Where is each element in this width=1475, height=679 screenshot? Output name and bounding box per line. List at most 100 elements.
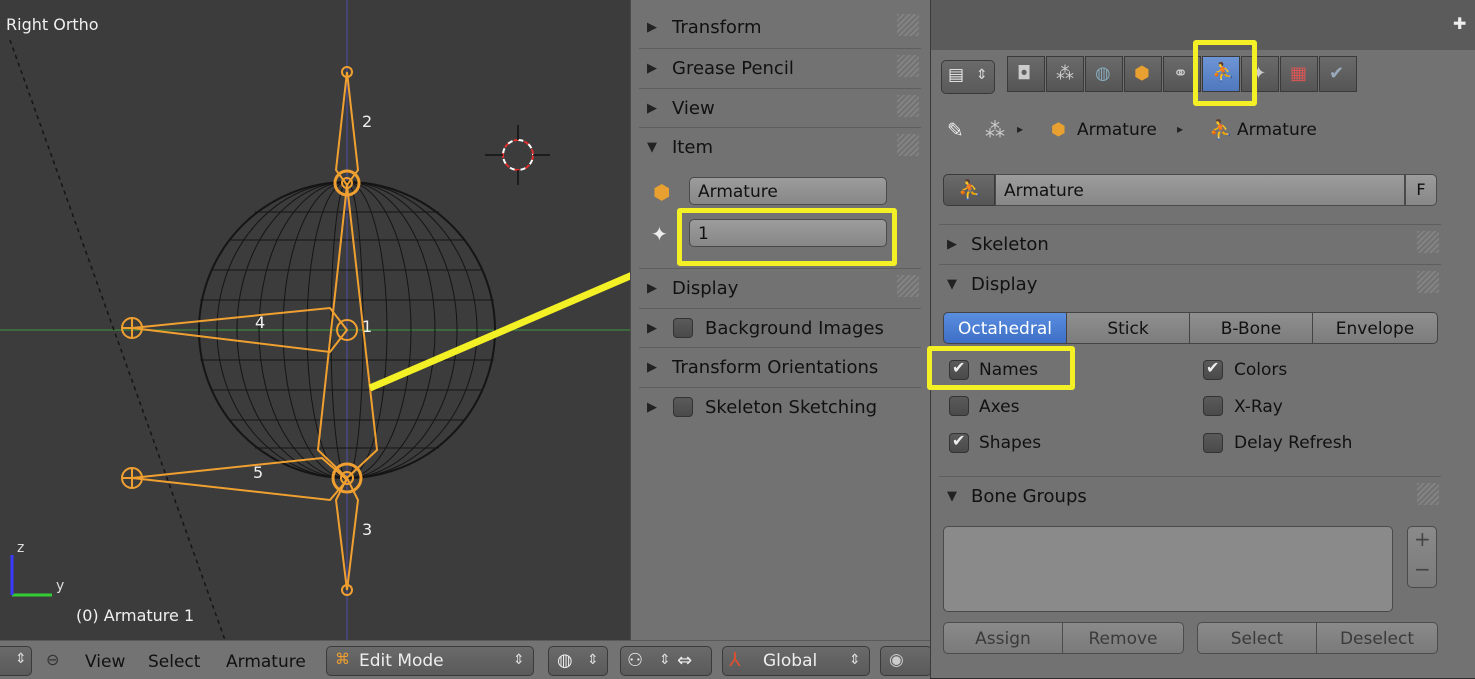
properties-editor: ✚ ▤ ⇕ ◘ ⁂ ◍ ⬢ ⚭ ⛹ ✦ ▦ ✔ ✎ ⁂ ▸ ⬢ Armature… [927, 0, 1475, 678]
panel-label: Item [672, 137, 713, 158]
chevron-right-icon: ▸ [1177, 122, 1184, 136]
colors-checkbox[interactable]: ✔ [1203, 358, 1223, 380]
panel-item[interactable]: ▼ Item [639, 127, 921, 166]
datablock-browse-button[interactable]: ⛹ [943, 174, 995, 206]
triangle-right-icon: ▶ [647, 20, 657, 35]
axis-gizmo-icon [10, 555, 52, 597]
pivot-dropdown[interactable]: ⚇ ⇕ ⇔ [620, 646, 712, 676]
breadcrumb-armature[interactable]: Armature [1237, 120, 1317, 140]
proportional-edit-dropdown[interactable]: ◉ [880, 646, 932, 676]
remove-button[interactable]: Remove [1062, 622, 1184, 654]
tab-world[interactable]: ◍ [1085, 56, 1123, 92]
remove-group-button[interactable]: − [1414, 557, 1431, 581]
panel-skeleton-sketching[interactable]: ▶ Skeleton Sketching [639, 387, 921, 426]
panel-label: Grease Pencil [672, 58, 794, 79]
pin-icon: ✔ [1329, 63, 1345, 84]
transform-axes-icon: ⅄ [729, 649, 741, 671]
collapse-menu-icon[interactable]: ⊖ [46, 650, 59, 669]
grip-icon[interactable] [897, 275, 919, 297]
3d-viewport[interactable]: Right Ortho 2 1 4 5 3 y z (0) Armature 1 [0, 0, 630, 640]
panel-label: View [672, 98, 715, 119]
triangle-right-icon: ▶ [647, 281, 657, 296]
display-type-bbone[interactable]: B-Bone [1189, 312, 1313, 344]
manipulator-icon[interactable]: ⇔ [677, 650, 692, 671]
axes-label: Axes [979, 397, 1020, 417]
breadcrumb-object[interactable]: Armature [1077, 120, 1157, 140]
deselect-button[interactable]: Deselect [1316, 622, 1438, 654]
bone-label: 2 [362, 112, 373, 131]
skeleton-sketching-checkbox[interactable] [673, 397, 693, 417]
display-type-octahedral[interactable]: Octahedral [943, 312, 1067, 344]
grip-icon[interactable] [897, 134, 919, 156]
grip-icon[interactable] [1417, 271, 1439, 293]
globe-icon: ◍ [557, 650, 573, 671]
proportional-icon: ◉ [889, 650, 904, 670]
panel-transform-orientations[interactable]: ▶ Transform Orientations [639, 347, 921, 386]
orientation-label: Global [763, 651, 818, 671]
tab-render[interactable]: ◘ [1007, 56, 1045, 92]
updown-icon: ⇕ [976, 67, 988, 83]
tab-scene[interactable]: ⁂ [1046, 56, 1084, 92]
editor-type-button[interactable]: ⇕ [0, 646, 32, 676]
object-name-field[interactable]: Armature [689, 177, 887, 205]
scene-icon: ⁂ [1056, 63, 1074, 84]
triangle-right-icon: ▶ [947, 237, 957, 252]
panel-grease-pencil[interactable]: ▶ Grease Pencil [639, 48, 921, 87]
assign-button[interactable]: Assign [943, 622, 1063, 654]
bone-groups-list[interactable] [943, 526, 1393, 612]
updown-icon: ⇕ [659, 652, 671, 668]
camera-icon: ◘ [1017, 63, 1032, 84]
panel-label: Transform Orientations [672, 357, 879, 378]
pin-icon[interactable]: ✎ [947, 118, 964, 142]
tab-material[interactable]: ▦ [1280, 56, 1318, 92]
mode-label: Edit Mode [359, 651, 444, 671]
add-group-button[interactable]: + [1414, 527, 1431, 551]
menu-armature[interactable]: Armature [226, 652, 306, 672]
updown-icon: ⇕ [15, 651, 27, 667]
panel-display[interactable]: ▼ Display [939, 264, 1441, 303]
panel-display[interactable]: ▶ Display [639, 268, 921, 307]
menu-select[interactable]: Select [148, 652, 200, 672]
delay-refresh-label: Delay Refresh [1234, 433, 1353, 453]
shapes-label: Shapes [979, 433, 1042, 453]
armature-icon: ⛹ [958, 179, 982, 201]
panel-label: Bone Groups [971, 486, 1087, 507]
link-icon: ⚭ [1173, 63, 1189, 84]
view-name: Right Ortho [6, 15, 99, 34]
scene-icon: ⁂ [985, 118, 1005, 142]
panel-view[interactable]: ▶ View [639, 88, 921, 127]
orientation-dropdown[interactable]: ⅄ Global ⇕ [722, 646, 870, 676]
tab-physics[interactable]: ✔ [1319, 56, 1357, 92]
delay-refresh-checkbox[interactable] [1203, 433, 1223, 453]
bone-5 [131, 456, 349, 502]
shapes-checkbox[interactable]: ✔ [949, 431, 969, 453]
background-images-checkbox[interactable] [673, 318, 693, 338]
panel-transform[interactable]: ▶ Transform [639, 8, 921, 46]
grip-icon[interactable] [1417, 483, 1439, 505]
panel-background-images[interactable]: ▶ Background Images [639, 308, 921, 347]
panel-bone-groups[interactable]: ▼ Bone Groups [939, 476, 1441, 515]
tab-object[interactable]: ⬢ [1124, 56, 1162, 92]
fake-user-button[interactable]: F [1405, 174, 1437, 206]
annotation-line [368, 272, 630, 392]
3d-cursor-icon [485, 125, 550, 185]
editor-type-button[interactable]: ▤ ⇕ [941, 60, 995, 94]
triangle-right-icon: ▶ [647, 101, 657, 116]
shading-dropdown[interactable]: ◍ ⇕ [548, 646, 608, 676]
axes-checkbox[interactable] [949, 396, 969, 416]
grip-icon[interactable] [1417, 231, 1439, 253]
xray-checkbox[interactable] [1203, 396, 1223, 416]
grip-icon[interactable] [897, 14, 919, 36]
viewport-canvas [0, 0, 630, 640]
grip-icon[interactable] [897, 95, 919, 117]
mode-dropdown[interactable]: ⌘ Edit Mode ⇕ [326, 646, 534, 676]
datablock-name-field[interactable]: Armature [995, 174, 1405, 206]
display-type-envelope[interactable]: Envelope [1312, 312, 1438, 344]
grip-icon[interactable] [897, 55, 919, 77]
plus-icon[interactable]: ✚ [1453, 14, 1466, 33]
display-type-stick[interactable]: Stick [1066, 312, 1190, 344]
triangle-right-icon: ▶ [647, 61, 657, 76]
select-button[interactable]: Select [1197, 622, 1317, 654]
panel-skeleton[interactable]: ▶ Skeleton [939, 224, 1441, 263]
menu-view[interactable]: View [85, 652, 125, 672]
